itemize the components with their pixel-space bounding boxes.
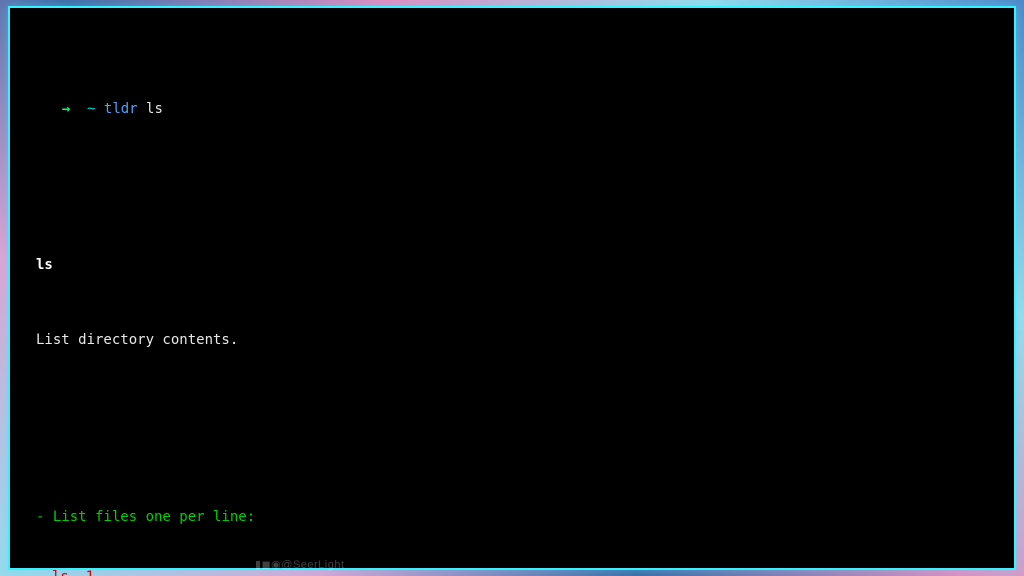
tldr-entries: - List files one per line: ls -1 - List …	[36, 425, 1000, 576]
watermark-text: ▮◼◉@SeerLight	[255, 558, 345, 574]
tldr-output: ls List directory contents. - List files…	[36, 215, 1000, 576]
tldr-description: List directory contents.	[36, 330, 1000, 350]
entry-description: - List files one per line:	[36, 507, 1000, 527]
typed-command: tldr	[104, 101, 138, 117]
tldr-entry: - List files one per line: ls -1	[36, 466, 1000, 576]
prompt-arrow-icon: →	[62, 101, 70, 117]
tldr-title: ls	[36, 255, 1000, 275]
entry-command: ls -1	[36, 567, 1000, 576]
prompt-path: ~	[87, 101, 95, 117]
terminal-window[interactable]: → ~ tldr ls ls List directory contents. …	[8, 6, 1016, 570]
typed-argument: ls	[146, 101, 163, 117]
prompt-line-1: → ~ tldr ls	[28, 79, 1000, 140]
